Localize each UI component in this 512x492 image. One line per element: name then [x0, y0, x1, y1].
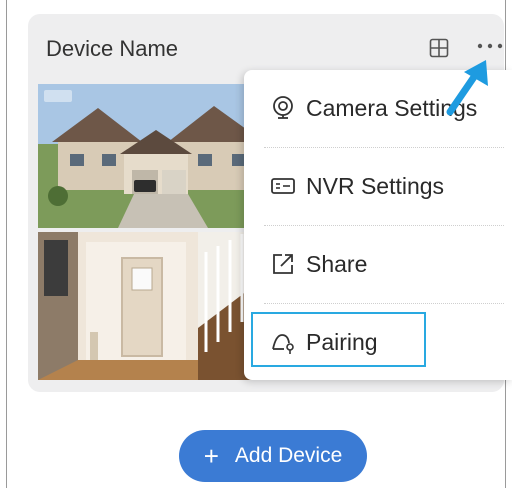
menu-item-nvr-settings[interactable]: NVR Settings [244, 156, 512, 216]
menu-divider [264, 225, 504, 226]
menu-divider [264, 303, 504, 304]
menu-divider [264, 147, 504, 148]
add-device-label: Add Device [234, 444, 343, 467]
menu-item-label: Share [306, 250, 368, 277]
camera-feed-interior[interactable] [38, 232, 272, 380]
camera-icon [273, 96, 293, 119]
annotation-arrow-icon [446, 60, 488, 116]
plus-icon: + [203, 441, 219, 471]
pairing-highlight-box [251, 312, 426, 367]
device-name: Device Name [46, 36, 179, 61]
camera-feed-exterior[interactable] [38, 84, 272, 228]
menu-item-label: NVR Settings [306, 172, 445, 199]
more-options-icon[interactable] [474, 32, 508, 56]
add-device-button[interactable]: + Add Device [179, 430, 367, 482]
share-icon [273, 254, 293, 274]
grid-layout-icon[interactable] [429, 38, 449, 58]
menu-item-share[interactable]: Share [244, 234, 512, 294]
nvr-icon [271, 178, 295, 194]
